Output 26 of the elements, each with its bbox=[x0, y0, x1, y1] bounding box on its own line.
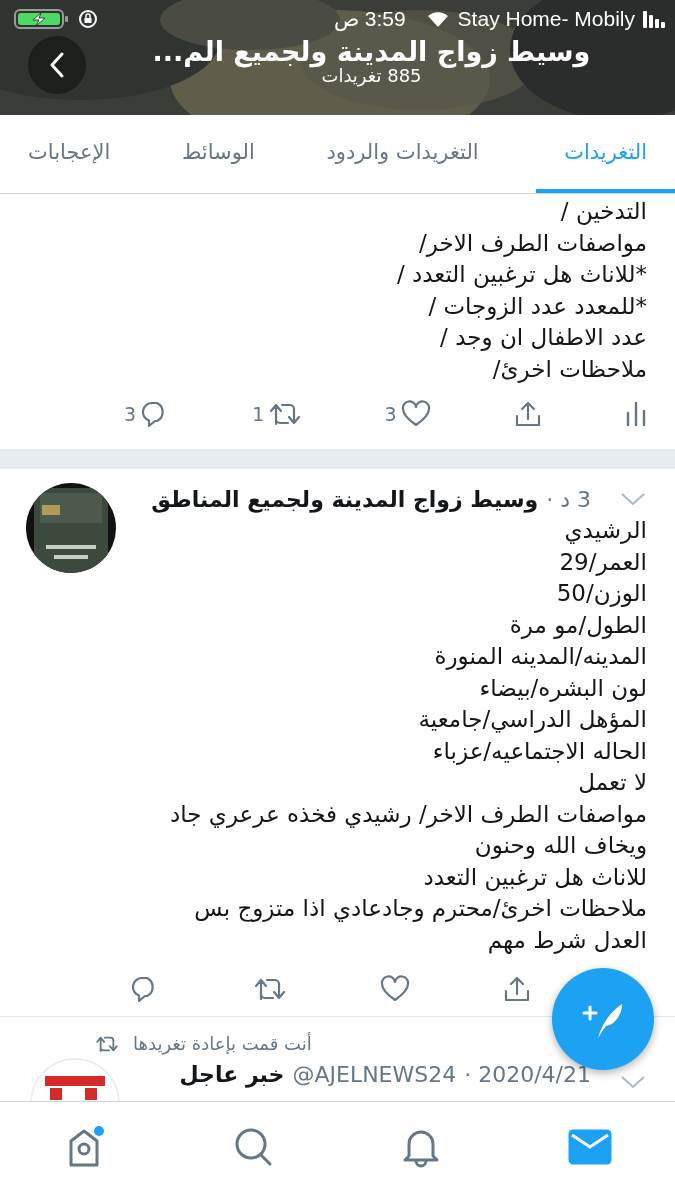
wifi-icon bbox=[425, 10, 450, 28]
retweet-context: أنت قمت بإعادة تغريدها bbox=[133, 1033, 312, 1054]
profile-tab[interactable]: الإعجابات bbox=[14, 115, 125, 193]
profile-tab[interactable]: التغريدات bbox=[536, 115, 675, 193]
author-name: وسيط زواج المدينة ولجميع المناطق bbox=[151, 486, 539, 512]
tweet-count: 885 تغريدات bbox=[321, 65, 423, 86]
chevron-icon bbox=[48, 52, 66, 78]
author-name: خبر عاجل bbox=[179, 1061, 285, 1087]
clock-period: ص bbox=[333, 7, 359, 31]
profile-name: وسيط زواج المدينة ولجميع الم... bbox=[151, 36, 592, 67]
carrier-name: Stay Home- Mobily bbox=[457, 7, 635, 31]
rotation-lock-icon bbox=[78, 9, 98, 29]
tweet-text: التدخين / مواصفات الطرف الاخر/ *للاناث هل ترغبين التعدد / *للمعدد عدد الزوجات / عدد الاطفال ان وجد / ملاحظات اخرئ/ bbox=[395, 197, 647, 385]
clock: 3:59 bbox=[364, 7, 406, 31]
retweet-button[interactable]: 1 bbox=[252, 400, 303, 428]
signal-icon bbox=[643, 9, 665, 29]
reply-button[interactable]: 3 bbox=[124, 400, 171, 428]
analytics-button[interactable] bbox=[624, 401, 647, 427]
tweet-time: 3 د · bbox=[546, 486, 591, 512]
author-handle: @AJELNEWS24 bbox=[292, 1061, 457, 1087]
like-button[interactable] bbox=[379, 975, 410, 1003]
profile-tab[interactable]: الوسائط bbox=[167, 115, 269, 193]
tweet-text: الرشيدي العمر/29 الوزن/50 الطول/مو مرة المدينه/المدينه المنورة لون البشره/بيضاء المؤهل الدراسي/جامعية الحاله الاجتماعيه/عزباء لا تعمل مواصفات الطرف الاخر/ رشيدي فخذه عرعري جاد ويخاف الله وحنون للاناث هل ترغبين التعدد ملاحظات اخرئ/محترم وجادعادي اذا متزوج بس العدل شرط مهم bbox=[169, 516, 647, 956]
battery-icon bbox=[14, 8, 70, 30]
profile-tab[interactable]: التغريدات والردود bbox=[312, 115, 493, 193]
tweet-date: · 2020/4/21 bbox=[464, 1061, 591, 1087]
